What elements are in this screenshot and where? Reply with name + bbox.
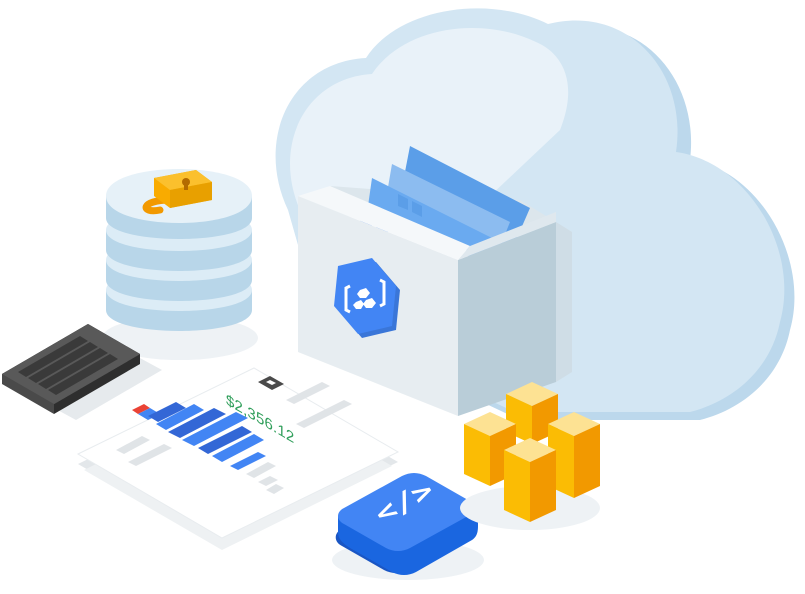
database-icon (102, 169, 258, 360)
cloud-storage-illustration: $2,356.12 </> (2, 8, 795, 580)
code-icon: </> (332, 473, 484, 580)
